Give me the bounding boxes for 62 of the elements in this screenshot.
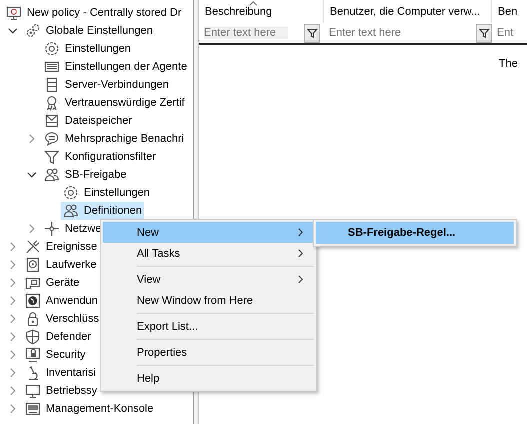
server-icon xyxy=(44,77,60,93)
tree-item[interactable]: Einstellungen xyxy=(65,43,132,55)
filter-icon xyxy=(306,28,318,38)
console-icon xyxy=(25,401,41,417)
tree-item[interactable]: Betriebssy xyxy=(46,385,98,397)
tree-item[interactable]: Einstellungen xyxy=(84,187,150,199)
menu-item[interactable]: New xyxy=(103,222,314,243)
empty-list-message: The xyxy=(499,58,518,70)
menu-item[interactable]: Help xyxy=(103,368,314,389)
tree-item[interactable]: Konfigurationsfilter xyxy=(65,151,156,163)
tree-item[interactable]: Management-Konsole xyxy=(46,403,154,415)
filter-field[interactable]: Enter text here xyxy=(204,27,288,39)
filter-icon xyxy=(478,28,490,38)
filter-field[interactable]: Ent xyxy=(497,27,527,39)
tree-item[interactable]: Dateispeicher xyxy=(65,115,132,127)
tree-item[interactable]: Security xyxy=(46,349,86,361)
network-icon xyxy=(44,221,60,237)
tree-item[interactable]: Verschlüss xyxy=(46,313,100,325)
tree-item[interactable]: Anwendun xyxy=(46,295,98,307)
tree-item[interactable]: Ereignisse xyxy=(46,241,98,253)
settings-icon xyxy=(44,41,60,57)
tree-item[interactable]: Mehrsprachige Benachri xyxy=(65,133,184,145)
computer-icon xyxy=(6,5,22,21)
tree-item[interactable]: New policy - Centrally stored Dr xyxy=(27,7,182,19)
tree-item[interactable]: Geräte xyxy=(46,277,80,289)
menu-item[interactable]: New Window from Here xyxy=(103,290,314,311)
tree-item[interactable]: Globale Einstellungen xyxy=(46,25,154,37)
storage-icon xyxy=(44,113,60,129)
speech-bubble-icon xyxy=(44,131,60,147)
settings-icon xyxy=(63,185,79,201)
gears-icon xyxy=(25,23,41,39)
security-icon xyxy=(25,347,41,363)
tree-item[interactable]: Inventarisi xyxy=(46,367,96,379)
shield-icon xyxy=(25,329,41,345)
tree-item[interactable]: Laufwerke xyxy=(46,259,97,271)
menu-item[interactable]: Export List... xyxy=(103,316,314,337)
tools-icon xyxy=(25,239,41,255)
user-group-icon xyxy=(63,203,79,219)
tree-item[interactable]: Vertrauenswürdige Zertif xyxy=(65,97,185,109)
monitor-icon xyxy=(25,383,41,399)
filter-button[interactable] xyxy=(476,24,492,42)
filter-icon xyxy=(44,149,60,165)
menu-item[interactable]: Properties xyxy=(103,342,314,363)
menu-item[interactable]: View xyxy=(103,269,314,290)
card-icon xyxy=(25,275,41,291)
rack-icon xyxy=(44,59,60,75)
tree-item[interactable]: Defender xyxy=(46,331,92,343)
certificate-icon xyxy=(44,95,60,111)
drive-icon xyxy=(25,257,41,273)
column-header[interactable]: Ben xyxy=(498,6,518,18)
menu-item[interactable]: All Tasks xyxy=(103,243,314,264)
menu-item[interactable]: SB-Freigabe-Regel... xyxy=(316,222,514,244)
tree-item[interactable]: SB-Freigabe xyxy=(65,169,127,181)
filter-button[interactable] xyxy=(304,24,320,42)
filter-field[interactable]: Enter text here xyxy=(329,27,474,39)
column-header[interactable]: Benutzer, die Computer verw... xyxy=(330,6,480,18)
tree-item[interactable]: Server-Verbindungen xyxy=(65,79,169,91)
column-header[interactable]: Beschreibung xyxy=(205,6,272,18)
tree-item[interactable]: Einstellungen der Agente xyxy=(65,61,188,73)
user-group-icon xyxy=(44,167,60,183)
lock-icon xyxy=(25,311,41,327)
tree-item[interactable]: Netzwe xyxy=(65,223,102,235)
